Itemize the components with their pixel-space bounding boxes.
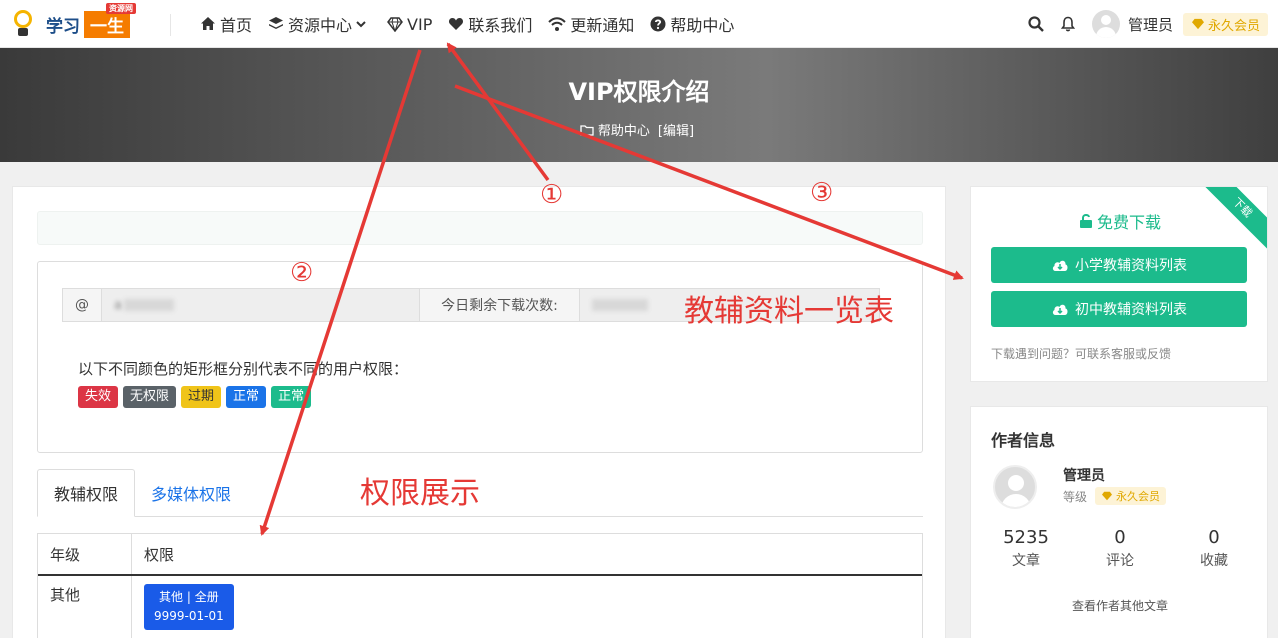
permission-badge[interactable]: 其他 | 全册 9999-01-01 [144, 584, 234, 630]
badge-invalid: 失效 [78, 386, 119, 408]
page-meta: 帮助中心 [编辑] [0, 120, 1278, 139]
author-stats: 5235 文章 0 评论 0 收藏 [979, 527, 1261, 570]
permission-legend: 失效 无权限 过期 正常 正常 [78, 386, 316, 408]
bell-icon [1060, 16, 1076, 32]
cloud-download-icon [1052, 260, 1068, 271]
header-grade: 年级 [38, 534, 132, 574]
nav-item-updates[interactable]: 更新通知 [548, 12, 634, 36]
nav-label: 帮助中心 [670, 16, 735, 35]
author-more-link[interactable]: 查看作者其他文章 [971, 597, 1269, 614]
diamond-icon [1102, 491, 1113, 501]
notification-button[interactable] [1060, 16, 1076, 32]
user-name[interactable]: 管理员 [1128, 14, 1173, 35]
nav-label: 更新通知 [570, 16, 635, 35]
category-link[interactable]: 帮助中心 [598, 120, 650, 139]
nav-item-resources[interactable]: 资源中心 [268, 12, 371, 36]
junior-school-list-button[interactable]: 初中教辅资料列表 [991, 291, 1247, 327]
tab-teaching[interactable]: 教辅权限 [37, 469, 136, 517]
table-row: 其他 其他 | 全册 9999-01-01 [38, 576, 922, 638]
wifi-icon [548, 17, 567, 31]
permission-tabs: 教辅权限 多媒体权限 [37, 469, 923, 517]
author-vip-badge: 永久会员 [1095, 487, 1167, 505]
main-nav: 首页 资源中心 VIP 联系我们 更新通知 帮助中心 [200, 0, 750, 48]
diamond-icon [387, 17, 403, 32]
nav-label: 首页 [220, 16, 253, 35]
download-help-tip: 下载遇到问题？可联系客服或反馈 [991, 347, 1172, 361]
author-widget-title: 作者信息 [991, 431, 1056, 450]
annotation-number-1: ① [540, 180, 564, 210]
site-logo[interactable]: 学习 一生 资源网 [12, 2, 136, 40]
vip-badge: 永久会员 [1182, 12, 1268, 36]
nav-label: 资源中心 [288, 16, 353, 35]
notice-bar [37, 211, 923, 245]
logo-box: 一生 资源网 [84, 2, 136, 38]
nav-divider [170, 14, 171, 36]
author-name[interactable]: 管理员 [1063, 465, 1105, 485]
heart-icon [449, 18, 464, 30]
chevron-down-icon [356, 21, 366, 28]
badge-no-permission: 无权限 [123, 386, 177, 408]
downloads-label: 今日剩余下载次数: [420, 288, 580, 322]
nav-item-home[interactable]: 首页 [200, 12, 252, 36]
annotation-number-2: ② [290, 258, 314, 288]
at-addon: @ [62, 288, 102, 322]
search-button[interactable] [1028, 16, 1044, 32]
search-icon [1028, 16, 1044, 32]
bulb-icon [12, 10, 34, 38]
folder-icon [580, 124, 594, 136]
nav-item-contact[interactable]: 联系我们 [448, 12, 532, 36]
cloud-download-icon [1052, 304, 1068, 315]
page-hero: VIP权限介绍 帮助中心 [编辑] [0, 48, 1278, 162]
home-icon [201, 17, 215, 30]
annotation-label-list: 教辅资料一览表 [684, 294, 894, 329]
annotation-number-3: ③ [810, 178, 834, 208]
nav-item-help[interactable]: 帮助中心 [650, 12, 734, 36]
badge-normal-blue: 正常 [226, 386, 267, 408]
diamond-icon [1191, 18, 1204, 30]
table-header: 年级 权限 [38, 534, 922, 576]
question-icon [650, 16, 666, 32]
stat-articles: 5235 文章 [1003, 527, 1049, 569]
page-title: VIP权限介绍 [568, 78, 710, 106]
permission-description: 以下不同颜色的矩形框分别代表不同的用户权限： [78, 360, 409, 378]
cell-permission: 其他 | 全册 9999-01-01 [132, 576, 922, 638]
user-avatar[interactable] [1091, 10, 1120, 38]
author-avatar[interactable] [993, 465, 1037, 509]
edit-link[interactable]: [编辑] [658, 120, 694, 139]
nav-item-vip[interactable]: VIP [387, 15, 432, 34]
download-widget: 下载 免费下载 小学教辅资料列表 初中教辅资料列表 下载遇到问题？可联系客服或反… [970, 186, 1268, 382]
top-navbar: 学习 一生 资源网 首页 资源中心 VIP 联系我们 更新通知 帮助中心 管理员… [0, 0, 1278, 48]
author-level: 等级 永久会员 [1063, 487, 1167, 505]
header-permission: 权限 [144, 545, 175, 564]
logo-tag: 资源网 [106, 2, 136, 14]
nav-user-area: 管理员 永久会员 [1028, 0, 1268, 48]
stat-comments: 0 评论 [1106, 527, 1134, 569]
badge-expired: 过期 [181, 386, 222, 408]
article-card: @ a 今日剩余下载次数: 以下不同颜色的矩形框分别代表不同的用户权限： 失效 … [12, 186, 946, 638]
free-download-title: 免费下载 [971, 209, 1267, 233]
primary-school-list-button[interactable]: 小学教辅资料列表 [991, 247, 1247, 283]
permission-table: 年级 权限 其他 其他 | 全册 9999-01-01 [37, 533, 923, 638]
cell-grade: 其他 [38, 576, 132, 638]
badge-normal-green: 正常 [271, 386, 312, 408]
unlock-icon [1079, 214, 1092, 228]
stat-favorites: 0 收藏 [1200, 527, 1228, 569]
logo-text: 学习 [46, 16, 80, 37]
annotation-label-permission: 权限展示 [360, 476, 480, 511]
author-widget: 作者信息 管理员 等级 永久会员 5235 文章 0 评论 0 收藏 查看作者其他文章 [970, 406, 1268, 638]
tab-multimedia[interactable]: 多媒体权限 [135, 469, 247, 517]
nav-label: VIP [407, 14, 433, 34]
account-field: a [102, 288, 420, 322]
layers-icon [269, 17, 284, 29]
nav-label: 联系我们 [468, 16, 533, 35]
